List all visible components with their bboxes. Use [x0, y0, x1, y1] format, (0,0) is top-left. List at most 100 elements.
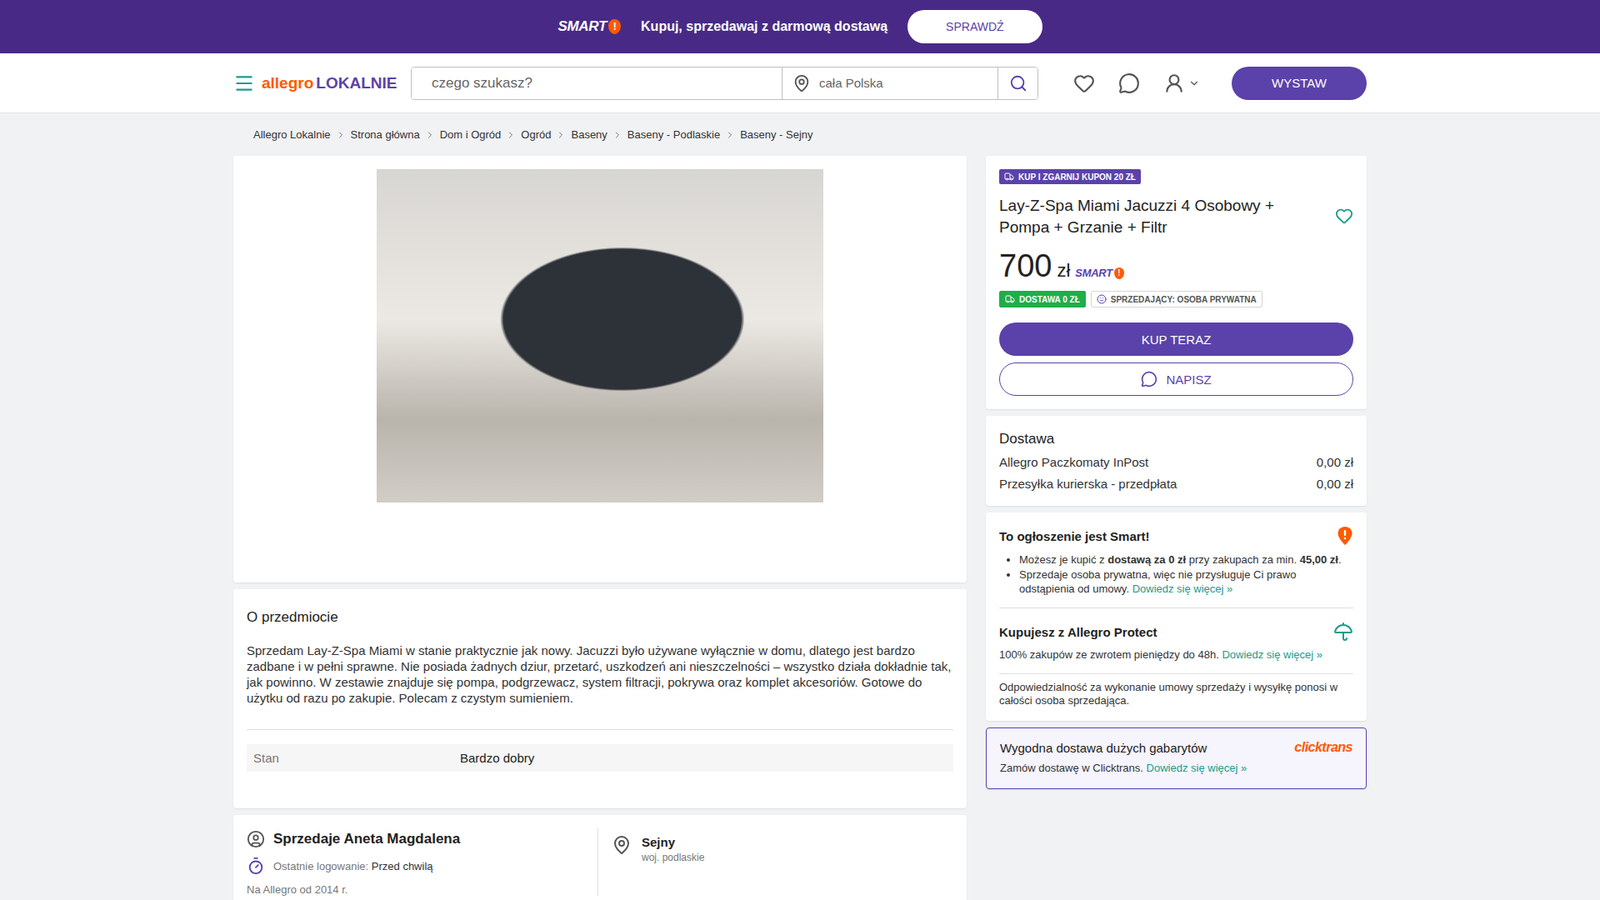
last-login: Ostatnie logowanie: Przed chwilą — [273, 860, 434, 873]
location-pin-icon — [792, 74, 811, 93]
heart-icon — [1335, 206, 1354, 225]
header-icons — [1073, 72, 1200, 95]
about-card: O przedmiocie Sprzedam Lay-Z-Spa Miami w … — [233, 589, 967, 809]
breadcrumbs: Allegro Lokalnie Strona główna Dom i Ogród… — [233, 113, 1367, 156]
more-link[interactable]: Dowiedz się więcej » — [1132, 582, 1234, 595]
umbrella-icon — [1333, 621, 1354, 642]
menu-icon[interactable] — [233, 72, 255, 95]
delivery-name: Przesyłka kurierska - przedpłata — [999, 476, 1177, 491]
truck-icon — [1005, 294, 1015, 305]
coupon-badge: KUP I ZGARNIJ KUPON 20 ZŁ — [999, 169, 1141, 185]
smile-icon — [1096, 294, 1107, 305]
chevron-right-icon — [505, 130, 516, 140]
location-pin-icon — [611, 835, 632, 855]
price-row: 700zł SMART! — [999, 248, 1354, 285]
delivery-price: 0,00 zł — [1316, 455, 1354, 470]
truck-icon — [1004, 171, 1015, 182]
logo-group[interactable]: allegroLOKALNIE — [233, 72, 411, 95]
delivery-name: Allegro Paczkomaty InPost — [999, 455, 1149, 470]
seller-location: Sejnywoj. podlaskie — [598, 828, 954, 896]
smart-bullet: Sprzedaje osoba prywatna, więc nie przys… — [1019, 567, 1354, 596]
text: Możesz je kupić z — [1019, 553, 1108, 566]
chevron-right-icon — [335, 130, 346, 140]
gallery-card — [233, 155, 967, 583]
smart-pin-icon — [1336, 525, 1354, 546]
info-card: To ogłoszenie jest Smart! Możesz je kupić… — [985, 512, 1367, 721]
smart-bullet: Możesz je kupić z dostawą za 0 zł przy z… — [1019, 552, 1354, 567]
location-field — [781, 67, 998, 100]
delivery-card: DostawaAllegro Paczkomaty InPost0,00 złP… — [985, 415, 1367, 506]
chevron-right-icon — [555, 130, 566, 140]
favorite-button[interactable] — [1335, 206, 1354, 228]
seller-card: Sprzedaje Aneta Magdalena Ostatnie logowa… — [233, 815, 967, 900]
product-photo[interactable] — [376, 169, 824, 503]
chat-icon — [1140, 370, 1158, 388]
protect-title: Kupujesz z Allegro Protect — [999, 625, 1157, 640]
breadcrumb-item[interactable]: Ogród — [520, 128, 551, 141]
description: Sprzedam Lay-Z-Spa Miami w stanie prakty… — [246, 642, 954, 706]
check-button[interactable]: SPRAWDŹ — [907, 10, 1042, 44]
text: przy zakupach za min. — [1185, 553, 1300, 566]
promo-text: Kupuj, sprzedawaj z darmową dostawą — [640, 19, 888, 35]
delivery-title: Dostawa — [999, 430, 1354, 448]
product-title: Lay-Z-Spa Miami Jacuzzi 4 Osobowy + Pomp… — [999, 195, 1327, 239]
more-link[interactable]: Dowiedz się więcej » — [1146, 761, 1248, 775]
delivery-tag: DOSTAWA 0 ZŁ — [999, 290, 1086, 308]
clicktrans-logo[interactable]: clicktrans — [1294, 740, 1353, 755]
search-button[interactable] — [997, 67, 1038, 100]
breadcrumb-item[interactable]: Strona główna — [350, 128, 420, 141]
breadcrumb-item[interactable]: Allegro Lokalnie — [253, 128, 331, 141]
delivery-option: Allegro Paczkomaty InPost 0,00 zł — [999, 455, 1354, 470]
price: 700 — [999, 248, 1052, 285]
attribute-name: Stan — [253, 750, 460, 765]
currency: zł — [1056, 260, 1070, 282]
timer-icon — [246, 856, 265, 875]
smart-title: To ogłoszenie jest Smart! — [999, 529, 1150, 544]
delivery-option: Przesyłka kurierska - przedpłata 0,00 zł — [999, 476, 1354, 491]
search-icon — [1009, 74, 1028, 93]
page: SMART! Kupuj, sprzedawaj z darmową dostaw… — [0, 0, 1600, 900]
region: woj. podlaskie — [641, 851, 705, 864]
more-link[interactable]: Dowiedz się więcej » — [1221, 648, 1323, 661]
chevron-right-icon — [612, 130, 623, 140]
buy-now-button[interactable]: KUP TERAZ — [999, 322, 1354, 356]
promo-bar: SMART! Kupuj, sprzedawaj z darmową dostaw… — [0, 0, 1600, 54]
header: allegroLOKALNIE WYSTAW — [0, 53, 1600, 114]
heart-icon — [1073, 72, 1095, 95]
location-input[interactable] — [817, 75, 988, 91]
chat-icon — [1118, 72, 1140, 95]
member-since: Na Allegro od 2014 r. — [246, 883, 348, 896]
clicktrans-card: Wygodna dostawa dużych gabarytów clicktra… — [985, 727, 1367, 790]
breadcrumb-item[interactable]: Baseny — [570, 128, 607, 141]
text: 100% zakupów ze zwrotem pieniędzy do 48h… — [999, 648, 1222, 661]
user-icon — [1163, 72, 1185, 95]
search-input[interactable] — [411, 67, 782, 100]
smart-logo: SMART! — [557, 18, 621, 35]
bold-text: dostawą za 0 zł — [1107, 553, 1186, 566]
breadcrumb-item[interactable]: Dom i Ogród — [440, 128, 502, 141]
text: Zamów dostawę w Clicktrans. — [1000, 761, 1147, 775]
breadcrumb-item[interactable]: Baseny - Podlaskie — [627, 128, 720, 141]
clicktrans-title: Wygodna dostawa dużych gabarytów — [1000, 740, 1207, 755]
search-box — [410, 66, 1039, 100]
message-button[interactable]: NAPISZ — [999, 362, 1354, 396]
post-ad-button[interactable]: WYSTAW — [1231, 66, 1367, 100]
bold-text: 45,00 zł — [1300, 553, 1339, 566]
smart-logo: SMART! — [1075, 266, 1124, 280]
about-title: O przedmiocie — [246, 609, 954, 626]
attribute-value: Bardzo dobry — [460, 750, 947, 765]
delivery-price: 0,00 zł — [1316, 476, 1354, 491]
city: Sejny — [641, 835, 705, 850]
seller-name[interactable]: Sprzedaje Aneta Magdalena — [273, 830, 460, 848]
user-circle-icon — [246, 830, 265, 849]
seller-tag: SPRZEDAJĄCY: OSOBA PRYWATNA — [1090, 290, 1263, 308]
logo[interactable]: allegroLOKALNIE — [261, 74, 397, 93]
protect-text: 100% zakupów ze zwrotem pieniędzy do 48h… — [999, 648, 1354, 662]
text: . — [1338, 553, 1342, 566]
favorites-button[interactable] — [1073, 72, 1095, 95]
messages-button[interactable] — [1118, 72, 1140, 95]
breadcrumb-item[interactable]: Baseny - Sejny — [740, 128, 813, 141]
account-button[interactable] — [1163, 72, 1200, 95]
chevron-right-icon — [725, 130, 735, 140]
responsibility-text: Odpowiedzialność za wykonanie umowy sprz… — [999, 680, 1354, 708]
